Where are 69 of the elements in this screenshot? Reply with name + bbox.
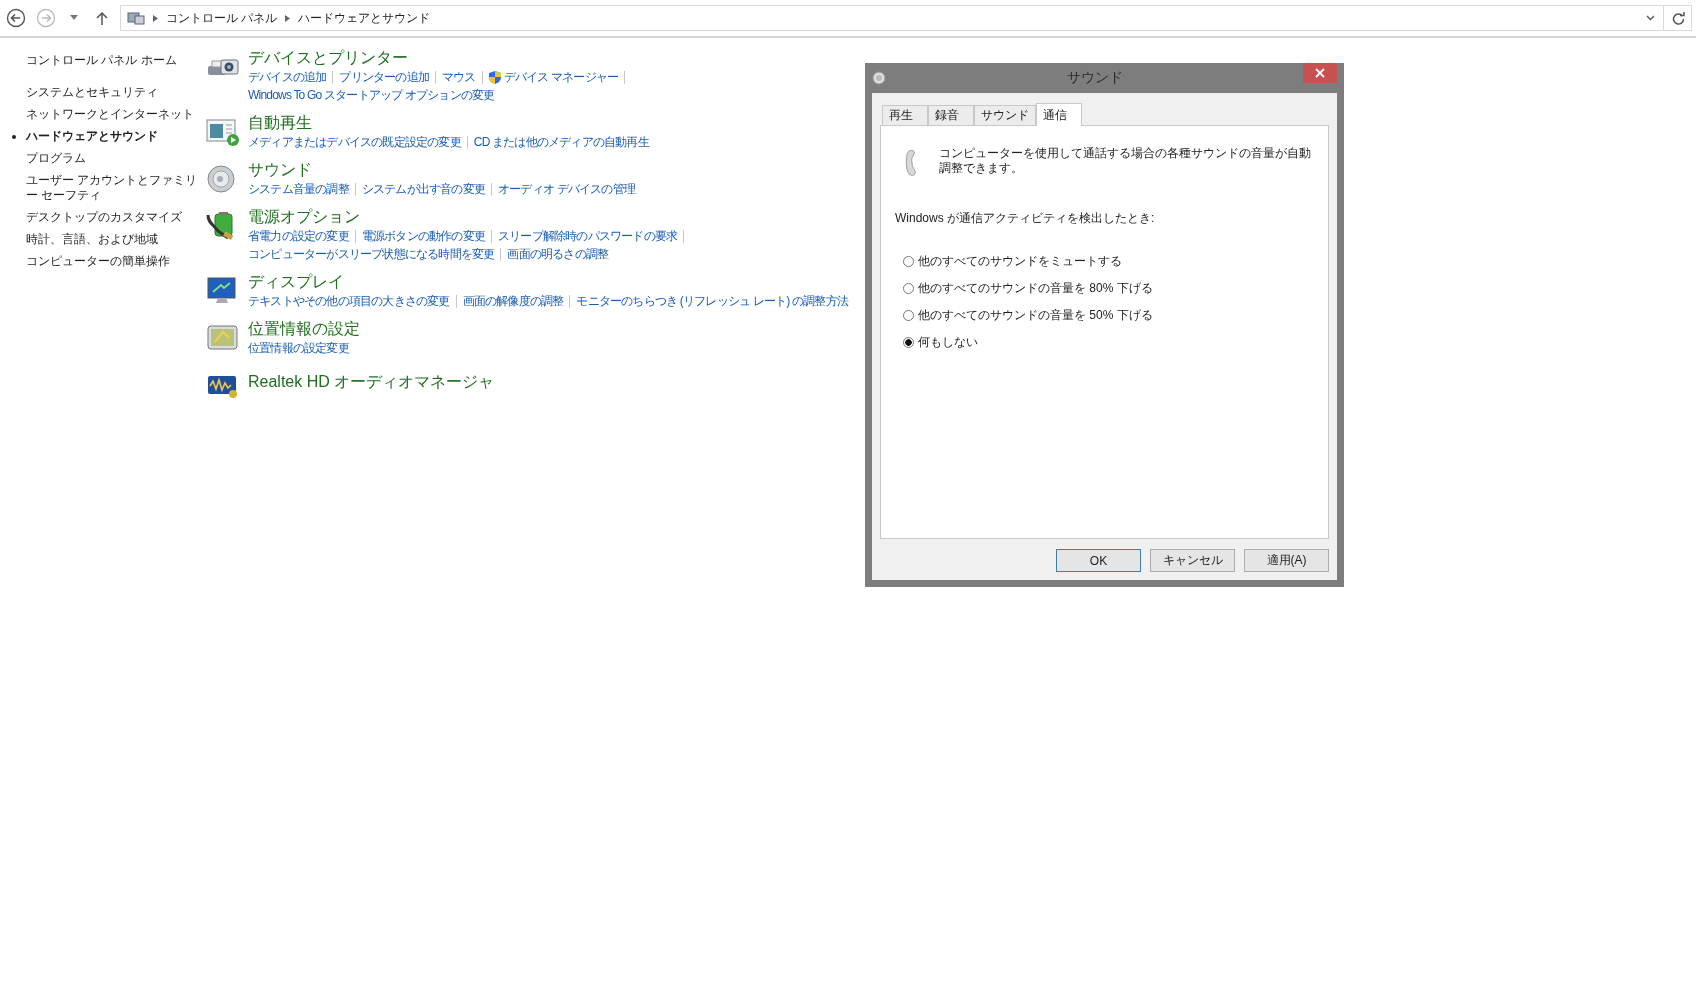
category-title-link[interactable]: 電源オプション	[248, 207, 360, 227]
sidebar-item[interactable]: ユーザー アカウントとファミリー セーフティ	[26, 173, 198, 203]
task-link[interactable]: システム音量の調整	[248, 180, 349, 198]
radio-button[interactable]	[903, 337, 914, 348]
task-link[interactable]: デバイス マネージャー	[503, 68, 619, 86]
selected-bullet-icon	[12, 135, 16, 139]
tab[interactable]: 録音	[928, 105, 974, 125]
task-link[interactable]: 電源ボタンの動作の変更	[361, 227, 485, 245]
task-link[interactable]: メディアまたはデバイスの既定設定の変更	[248, 133, 461, 151]
sidebar-item[interactable]: ハードウェアとサウンド	[26, 129, 158, 144]
sidebar-item[interactable]: デスクトップのカスタマイズ	[26, 210, 182, 225]
tab[interactable]: 再生	[882, 105, 928, 125]
sidebar-item[interactable]: 時計、言語、および地域	[26, 232, 158, 247]
radio-label[interactable]: 何もしない	[918, 334, 978, 351]
tab[interactable]: 通信	[1036, 103, 1082, 126]
sidebar-home-link[interactable]: コントロール パネル ホーム	[26, 52, 198, 69]
category-title-link[interactable]: サウンド	[248, 160, 312, 180]
prompt-label: Windows が通信アクティビティを検出したとき:	[895, 210, 1156, 227]
dialog-button[interactable]: 適用(A)	[1244, 549, 1329, 572]
sidebar-item[interactable]: コンピューターの簡単操作	[26, 254, 170, 269]
up-arrow-icon[interactable]	[96, 11, 108, 25]
dropdown-caret-icon[interactable]	[70, 15, 78, 21]
task-link[interactable]: 位置情報の設定変更	[248, 339, 349, 357]
task-link[interactable]: 省電力の設定の変更	[248, 227, 349, 245]
address-field[interactable]: コントロール パネル ハードウェアとサウンド	[120, 5, 1692, 31]
task-link[interactable]: CD または他のメディアの自動再生	[473, 133, 649, 151]
radio-button[interactable]	[903, 310, 914, 321]
task-link[interactable]: コンピューターがスリープ状態になる時間を変更	[248, 245, 495, 263]
tab[interactable]: サウンド	[974, 105, 1036, 125]
task-link[interactable]: オーディオ デバイスの管理	[498, 180, 635, 198]
task-link[interactable]: 画面の明るさの調整	[507, 245, 609, 263]
refresh-icon[interactable]	[1672, 11, 1685, 25]
task-link[interactable]: スリープ解除時のパスワードの要求	[498, 227, 678, 245]
control-panel-icon	[127, 11, 145, 25]
chevron-icon	[153, 14, 158, 22]
task-link[interactable]: マウス	[442, 68, 476, 86]
task-link[interactable]: モニターのちらつき (リフレッシュ レート) の調整方法	[576, 292, 849, 310]
sidebar-item[interactable]: プログラム	[26, 151, 86, 166]
task-link[interactable]: デバイスの追加	[248, 68, 327, 86]
dialog-title: サウンド	[1065, 69, 1124, 87]
breadcrumb[interactable]: コントロール パネル	[166, 9, 278, 27]
description-text: コンピューターを使用して通話する場合の各種サウンドの音量が自動調整できます。	[939, 146, 1313, 177]
dropdown-caret-icon[interactable]	[1646, 15, 1655, 21]
category-title-link[interactable]: デバイスとプリンター	[248, 48, 408, 68]
radio-label[interactable]: 他のすべてのサウンドをミュートする	[918, 253, 1122, 270]
task-link[interactable]: 画面の解像度の調整	[462, 292, 564, 310]
category-title-link[interactable]: 自動再生	[248, 113, 312, 133]
chevron-icon	[285, 14, 291, 22]
speaker-icon	[872, 71, 886, 85]
radio-button[interactable]	[903, 283, 914, 294]
dialog-button[interactable]: キャンセル	[1150, 549, 1235, 572]
radio-button[interactable]	[903, 256, 914, 267]
close-button[interactable]	[1303, 63, 1337, 83]
category-title-link[interactable]: Realtek HD オーディオマネージャ	[248, 372, 495, 392]
radio-label[interactable]: 他のすべてのサウンドの音量を 80% 下げる	[918, 280, 1153, 297]
task-link[interactable]: プリンターの追加	[339, 68, 429, 86]
radio-label[interactable]: 他のすべてのサウンドの音量を 50% 下げる	[918, 307, 1153, 324]
task-link[interactable]: テキストやその他の項目の大きさの変更	[248, 292, 450, 310]
category-title-link[interactable]: 位置情報の設定	[248, 319, 360, 339]
breadcrumb[interactable]: ハードウェアとサウンド	[298, 9, 431, 27]
dialog-button[interactable]: OK	[1056, 549, 1141, 572]
autoplay-window-icon[interactable]	[206, 117, 240, 147]
sidebar-item[interactable]: ネットワークとインターネット	[26, 107, 194, 122]
sidebar-item[interactable]: システムとセキュリティ	[26, 85, 158, 100]
task-link[interactable]: Windows To Go スタートアップ オプションの変更	[248, 86, 495, 104]
category-title-link[interactable]: ディスプレイ	[248, 272, 344, 292]
close-icon	[1315, 68, 1325, 78]
back-button[interactable]	[4, 6, 28, 30]
task-link[interactable]: システムが出す音の変更	[361, 180, 485, 198]
